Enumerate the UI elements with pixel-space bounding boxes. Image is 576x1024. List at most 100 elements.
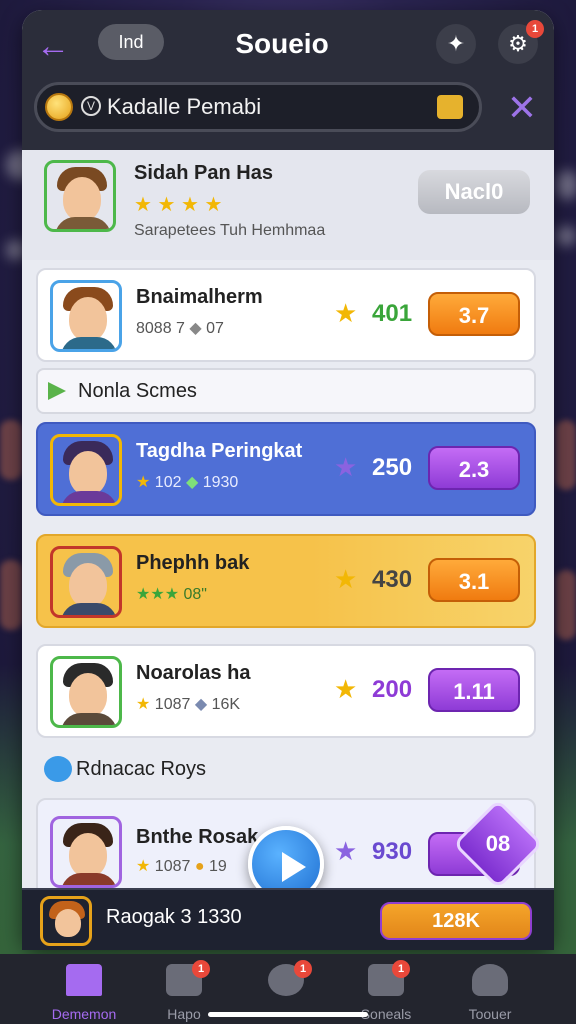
- lock-icon[interactable]: [437, 95, 463, 119]
- stat-value: 08": [183, 586, 207, 603]
- coin-icon: ●: [194, 858, 209, 875]
- crowd: [0, 560, 22, 630]
- score-value: 200: [372, 676, 413, 703]
- notification-badge: 1: [392, 960, 410, 978]
- verified-icon: V: [81, 96, 101, 116]
- home-indicator[interactable]: [208, 1012, 368, 1017]
- diamond-badge-label: 08: [485, 831, 511, 856]
- score-value: 401: [372, 300, 413, 327]
- score-value: 250: [372, 454, 413, 481]
- player-name: Tagdha Peringkat: [136, 440, 303, 462]
- nav-label: Toouer: [468, 1006, 512, 1022]
- avatar: [50, 546, 122, 618]
- player-name: Bnaimalherm: [136, 286, 263, 308]
- home-icon: [66, 964, 102, 996]
- tag-pill[interactable]: Ind: [98, 24, 164, 60]
- nav-item-home[interactable]: Dememon: [34, 960, 134, 1024]
- nav-item-profile[interactable]: Toouer: [440, 960, 540, 1024]
- player-name: Sidah Pan Has: [134, 162, 273, 184]
- avatar-face: [63, 177, 101, 221]
- avatar: [50, 434, 122, 506]
- avatar: [50, 656, 122, 728]
- avatar-body: [61, 873, 117, 885]
- stat-value: 16K: [211, 696, 241, 713]
- player-stats: ★ 1087 ◆ 16K: [136, 694, 240, 714]
- top-card: Sidah Pan Has ★ ★ ★ ★ Sarapetees Tuh Hem…: [22, 150, 554, 260]
- level-button[interactable]: 3.7: [428, 292, 520, 336]
- crowd: [0, 420, 22, 480]
- star-icon: ★: [334, 564, 358, 594]
- section-header: Rdnacac Roys: [36, 748, 536, 794]
- star-icon: ★: [136, 474, 151, 491]
- star-icon: ★: [136, 858, 151, 875]
- chat-bubble-icon: [44, 756, 72, 782]
- main-panel: ← Ind Soueio ✦ ⚙ 1 V Kadalle Pemabi ✕ Si…: [22, 10, 554, 950]
- list-item[interactable]: Noarolas ha ★ 1087 ◆ 16K ★ 200 1.11: [36, 644, 536, 738]
- current-player-name: Raogak 3 1330: [106, 906, 242, 928]
- avatar-face: [69, 833, 107, 877]
- profile-icon: [472, 964, 508, 996]
- list-item[interactable]: Bnaimalherm 8088 7 ◆ 07 ★ 401 3.7: [36, 268, 536, 362]
- page-title: Soueio: [235, 28, 329, 59]
- stadium-light: [556, 226, 576, 246]
- player-name: Noarolas ha: [136, 662, 251, 684]
- star-icon: ★: [134, 194, 152, 216]
- star-icon: ★: [334, 674, 358, 704]
- player-name: Bnthe Rosak: [136, 826, 259, 848]
- section-header: Nonla Scmes: [36, 368, 536, 414]
- avatar-face: [69, 451, 107, 495]
- avatar-body: [55, 217, 111, 229]
- avatar-body: [61, 713, 117, 725]
- avatar-face: [69, 297, 107, 341]
- star-icon: ★: [334, 836, 358, 866]
- section-icon: [48, 382, 66, 400]
- level-button[interactable]: 2.3: [428, 446, 520, 490]
- bookmark-icon[interactable]: ✦: [436, 24, 476, 64]
- notification-badge: 1: [294, 960, 312, 978]
- rating-stars: ★★★: [136, 586, 180, 603]
- nav-label: Dememon: [51, 1006, 117, 1022]
- search-input[interactable]: Kadalle Pemabi: [107, 85, 261, 129]
- star-icon: ★: [334, 298, 358, 328]
- stat-value: 1930: [202, 474, 239, 491]
- player-stats: ★ 1087 ● 19: [136, 856, 227, 876]
- avatar: [50, 280, 122, 352]
- rating-stars-text: ★ ★ ★: [157, 194, 223, 216]
- notification-badge: 1: [192, 960, 210, 978]
- star-icon: ★: [136, 696, 151, 713]
- section-title: Nonla Scmes: [78, 380, 197, 402]
- list-item[interactable]: Phephh bak ★★★ 08" ★ 430 3.1: [36, 534, 536, 628]
- level-button[interactable]: 1.11: [428, 668, 520, 712]
- avatar: [40, 896, 92, 946]
- player-subtitle: Sarapetees Tuh Hemhmaa: [134, 222, 326, 239]
- score-value: 430: [372, 566, 413, 593]
- avatar: [44, 160, 116, 232]
- avatar-face: [55, 909, 81, 937]
- crowd: [556, 570, 576, 640]
- avatar-face: [69, 673, 107, 717]
- stadium-light: [556, 170, 576, 200]
- stat-value: 1087: [154, 858, 191, 875]
- crowd: [556, 420, 576, 490]
- close-icon[interactable]: ✕: [502, 88, 542, 128]
- notification-badge: 1: [526, 20, 544, 38]
- currency-pill[interactable]: 128K: [380, 902, 532, 940]
- shield-icon: ◆: [189, 320, 207, 337]
- avatar-body: [61, 603, 117, 615]
- avatar-face: [69, 563, 107, 607]
- stat-value: 8088 7: [136, 320, 185, 337]
- level-button[interactable]: 3.1: [428, 558, 520, 602]
- section-title: Rdnacac Roys: [76, 758, 207, 780]
- stat-value: 19: [208, 858, 227, 875]
- gem-icon: ◆: [185, 474, 203, 491]
- stat-value: 07: [206, 320, 224, 337]
- back-arrow-icon[interactable]: ←: [36, 26, 76, 66]
- search-bar[interactable]: V Kadalle Pemabi: [34, 82, 482, 132]
- top-card-button[interactable]: Nacl0: [418, 170, 530, 214]
- list-item[interactable]: Tagdha Peringkat ★ 102 ◆ 1930 ★ 250 2.3: [36, 422, 536, 516]
- stat-value: 102: [154, 474, 182, 491]
- avatar: [50, 816, 122, 888]
- top-bar: ← Ind Soueio ✦ ⚙ 1 V Kadalle Pemabi ✕: [22, 10, 554, 150]
- shield-icon: ◆: [194, 696, 212, 713]
- current-player-bar[interactable]: Raogak 3 1330 128K: [22, 888, 554, 950]
